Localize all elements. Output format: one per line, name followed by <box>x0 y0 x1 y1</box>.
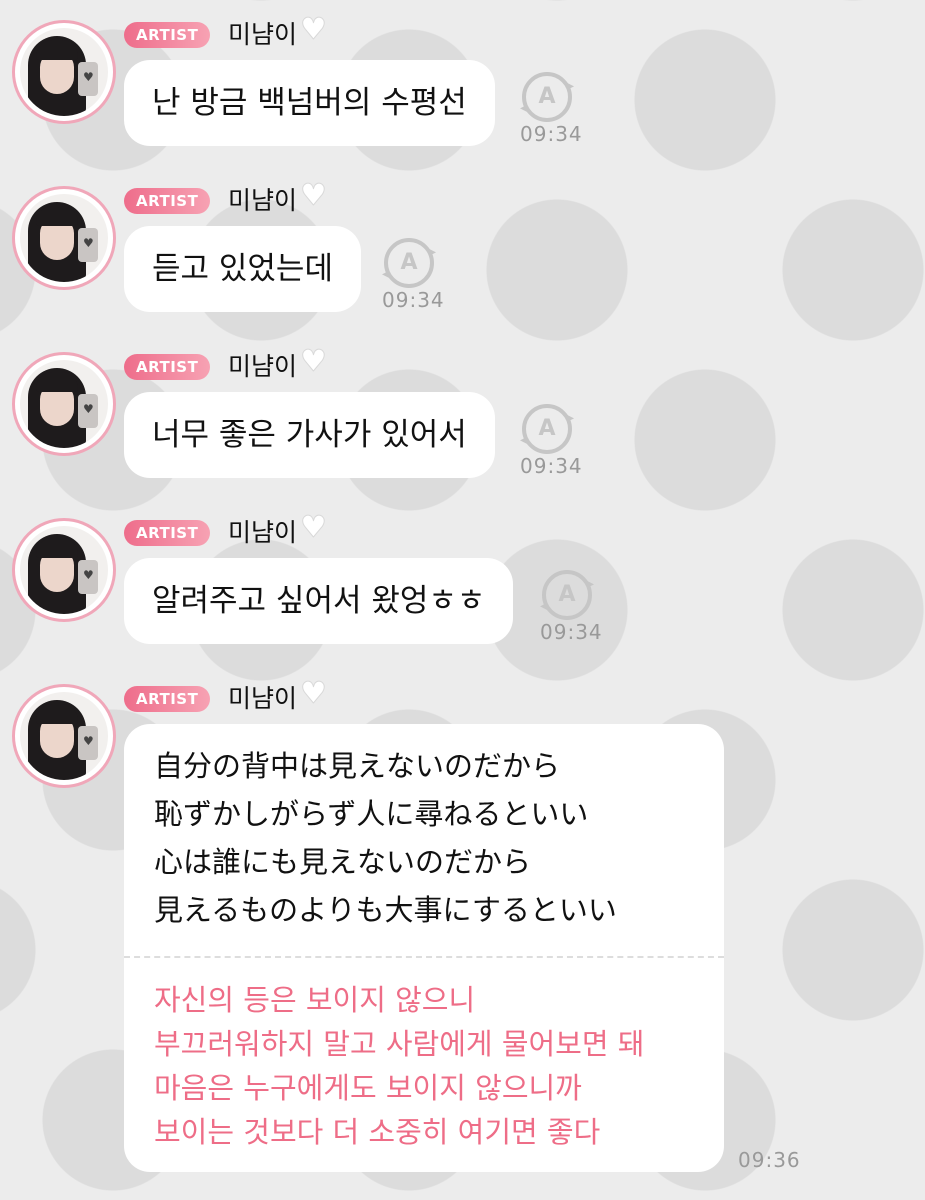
auto-translate-icon[interactable]: A ▸ ◂ <box>540 570 594 620</box>
message-bubble[interactable]: 난 방금 백넘버의 수평선 <box>124 60 495 146</box>
translation-divider <box>124 956 724 958</box>
message-time: 09:36 <box>738 1148 801 1172</box>
auto-translate-icon[interactable]: A ▸ ◂ <box>382 238 436 288</box>
avatar-photo: ♥ <box>20 360 108 448</box>
sender-name: 미냠이 <box>228 352 298 381</box>
original-text-line: 見えるものよりも大事にするといい <box>154 893 617 927</box>
avatar-photo: ♥ <box>20 194 108 282</box>
white-heart-icon: ♥ <box>300 12 328 48</box>
white-heart-icon: ♥ <box>300 344 328 380</box>
avatar[interactable]: ♥ <box>12 20 116 124</box>
artist-badge: ARTIST <box>124 188 211 214</box>
avatar[interactable]: ♥ <box>12 518 116 622</box>
phone-heart-icon: ♥ <box>83 734 94 748</box>
original-text-line: 恥ずかしがらず人に尋ねるといい <box>154 797 589 831</box>
message-time: 09:34 <box>520 454 583 478</box>
message-time: 09:34 <box>540 620 603 644</box>
translated-text-line: 보이는 것보다 더 소중히 여기면 좋다 <box>154 1115 601 1149</box>
original-text-line: 自分の背中は見えないのだから <box>154 749 561 783</box>
phone-heart-icon: ♥ <box>83 236 94 250</box>
message-time: 09:34 <box>382 288 445 312</box>
artist-badge: ARTIST <box>124 354 211 380</box>
white-heart-icon: ♥ <box>300 676 328 712</box>
artist-badge: ARTIST <box>124 520 211 546</box>
phone-heart-icon: ♥ <box>83 70 94 84</box>
phone-heart-icon: ♥ <box>83 568 94 582</box>
avatar[interactable]: ♥ <box>12 186 116 290</box>
avatar-photo: ♥ <box>20 692 108 780</box>
artist-badge: ARTIST <box>124 22 211 48</box>
sender-name: 미냠이 <box>228 186 298 215</box>
message-bubble[interactable]: 알려주고 싶어서 왔엉ㅎㅎ <box>124 558 514 644</box>
message-bubble[interactable]: 듣고 있었는데 <box>124 226 361 312</box>
avatar[interactable]: ♥ <box>12 352 116 456</box>
avatar[interactable]: ♥ <box>12 684 116 788</box>
avatar-photo: ♥ <box>20 526 108 614</box>
translated-text-line: 부끄러워하지 말고 사람에게 물어보면 돼 <box>154 1027 645 1061</box>
sender-name: 미냠이 <box>228 518 298 547</box>
white-heart-icon: ♥ <box>300 178 328 214</box>
sender-name: 미냠이 <box>228 20 298 49</box>
auto-translate-icon[interactable]: A ▸ ◂ <box>520 72 574 122</box>
phone-heart-icon: ♥ <box>83 402 94 416</box>
artist-badge: ARTIST <box>124 686 211 712</box>
message-bubble[interactable]: 너무 좋은 가사가 있어서 <box>124 392 495 478</box>
sender-name: 미냠이 <box>228 684 298 713</box>
translated-text-line: 마음은 누구에게도 보이지 않으니까 <box>154 1071 582 1105</box>
auto-translate-icon[interactable]: A ▸ ◂ <box>520 404 574 454</box>
avatar-photo: ♥ <box>20 28 108 116</box>
white-heart-icon: ♥ <box>300 510 328 546</box>
message-time: 09:34 <box>520 122 583 146</box>
original-text-line: 心は誰にも見えないのだから <box>154 845 532 879</box>
lyrics-message-bubble[interactable]: 自分の背中は見えないのだから 恥ずかしがらず人に尋ねるといい 心は誰にも見えない… <box>124 724 724 1172</box>
translated-text-line: 자신의 등은 보이지 않으니 <box>154 983 476 1017</box>
